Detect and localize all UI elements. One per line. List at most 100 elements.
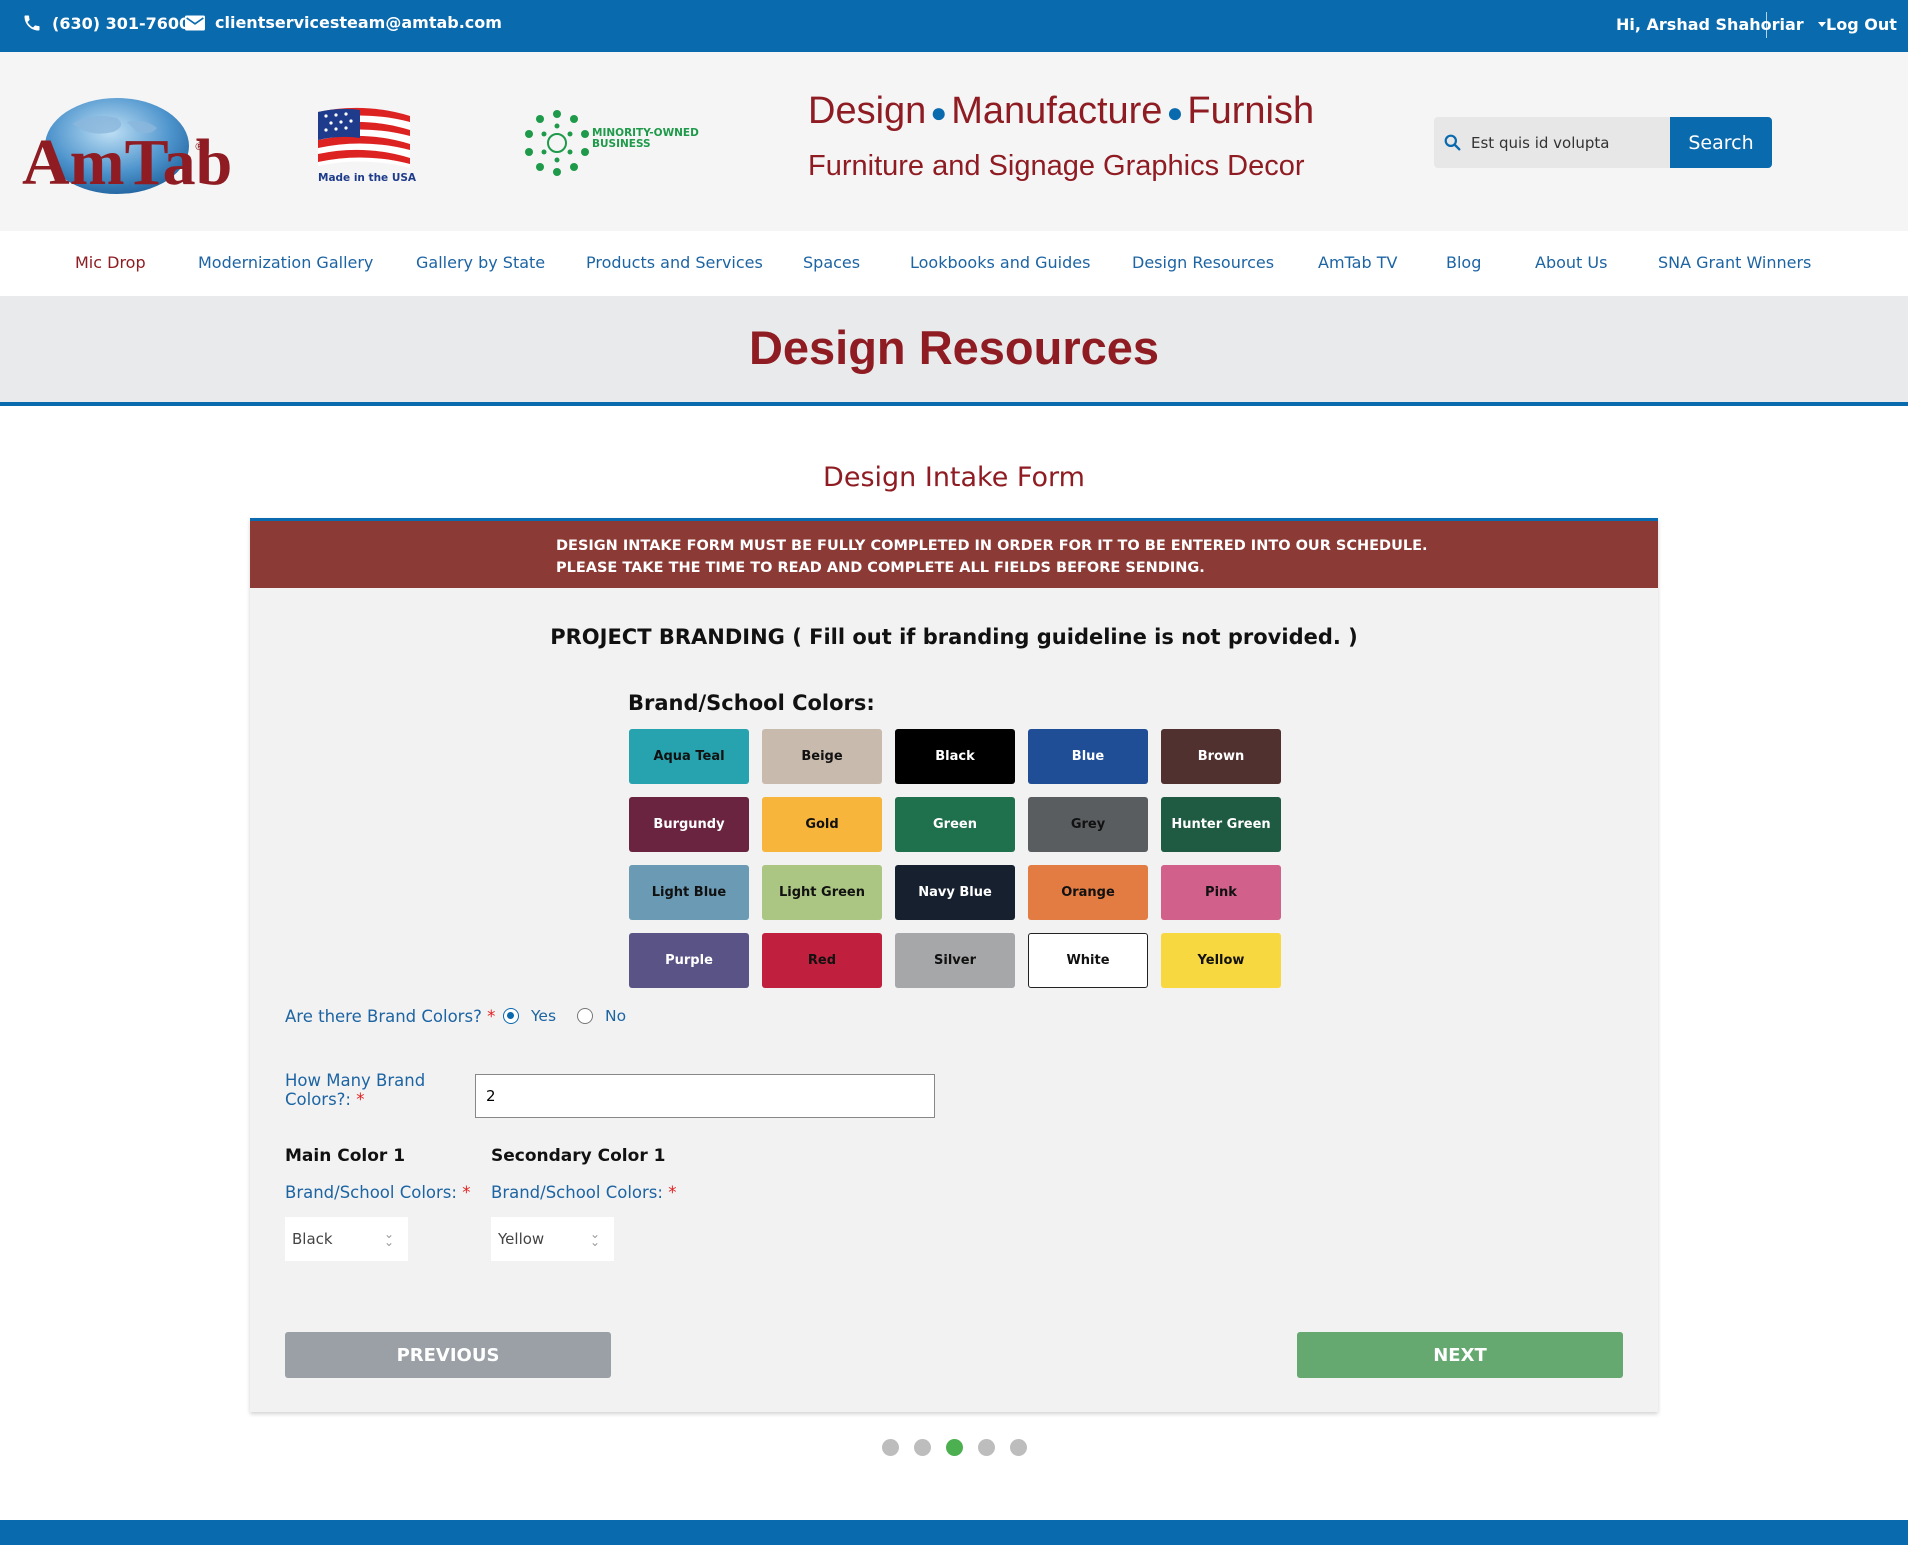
how-many-question: How Many Brand Colors?: * — [285, 1071, 445, 1109]
email-address: clientservicesteam@amtab.com — [215, 13, 502, 32]
nav-spaces[interactable]: Spaces — [803, 253, 860, 272]
brand-colors-question: Are there Brand Colors? * — [285, 1007, 495, 1026]
radio-yes-label[interactable]: Yes — [531, 1007, 556, 1025]
main-color-label: Brand/School Colors: * — [285, 1183, 470, 1202]
footer-bar — [0, 1520, 1908, 1545]
tagline-furnish: Furnish — [1187, 90, 1315, 132]
search-icon — [1444, 134, 1461, 151]
secondary-color-label: Brand/School Colors: * — [491, 1183, 676, 1202]
step-dot-5[interactable] — [1010, 1439, 1027, 1456]
logo-text: AmTab — [22, 126, 233, 199]
step-dot-2[interactable] — [914, 1439, 931, 1456]
previous-button[interactable]: PREVIOUS — [285, 1332, 611, 1378]
main-color-value: Black — [292, 1230, 333, 1248]
color-swatch-hunter-green[interactable]: Hunter Green — [1161, 797, 1281, 852]
radio-yes[interactable] — [503, 1008, 519, 1024]
required-mark: * — [487, 1007, 496, 1026]
top-bar: (630) 301-7600 clientservicesteam@amtab.… — [0, 0, 1908, 52]
page-title: Design Resources — [748, 321, 1160, 374]
next-button[interactable]: NEXT — [1297, 1332, 1623, 1378]
search-button[interactable]: Search — [1670, 117, 1772, 168]
minority-owned-badge: MINORITY-OWNED BUSINESS — [522, 108, 702, 178]
color-swatch-beige[interactable]: Beige — [762, 729, 882, 784]
required-mark: * — [356, 1090, 365, 1109]
color-swatch-light-blue[interactable]: Light Blue — [629, 865, 749, 920]
bullet-icon: ● — [930, 96, 948, 128]
nav-gallery-by-state[interactable]: Gallery by State — [416, 253, 545, 272]
nav-blog[interactable]: Blog — [1446, 253, 1481, 272]
secondary-color-select[interactable]: Yellow ⌄ ⌄ — [491, 1217, 614, 1261]
double-chevron-down-icon: ⌄ ⌄ — [383, 1227, 394, 1249]
step-dot-4[interactable] — [978, 1439, 995, 1456]
color-swatch-red[interactable]: Red — [762, 933, 882, 988]
phone-link[interactable]: (630) 301-7600 — [22, 13, 190, 33]
mob-line-2: BUSINESS — [592, 138, 651, 150]
nav-mic-drop[interactable]: Mic Drop — [75, 253, 146, 272]
section-title: PROJECT BRANDING ( Fill out if branding … — [550, 625, 1358, 649]
usa-flag-icon — [318, 107, 410, 168]
main-color-select[interactable]: Black ⌄ ⌄ — [285, 1217, 408, 1261]
amtab-logo[interactable]: AmTab ® — [22, 94, 232, 196]
color-swatch-burgundy[interactable]: Burgundy — [629, 797, 749, 852]
secondary-color-heading: Secondary Color 1 — [491, 1146, 666, 1166]
email-link[interactable]: clientservicesteam@amtab.com — [185, 13, 502, 32]
step-dot-1[interactable] — [882, 1439, 899, 1456]
user-greeting: Hi, Arshad Shahoriar — [1616, 15, 1804, 34]
form-heading: Design Intake Form — [823, 462, 1085, 493]
logout-label: Log Out — [1826, 15, 1897, 34]
nav-modernization-gallery[interactable]: Modernization Gallery — [198, 253, 373, 272]
secondary-color-value: Yellow — [498, 1230, 545, 1248]
mail-icon — [185, 15, 205, 30]
tagline-sub: Furniture and Signage Graphics Decor — [808, 150, 1305, 182]
nav-amtab-tv[interactable]: AmTab TV — [1318, 253, 1397, 272]
color-swatch-silver[interactable]: Silver — [895, 933, 1015, 988]
nav-lookbooks-and-guides[interactable]: Lookbooks and Guides — [910, 253, 1090, 272]
step-dot-3[interactable] — [946, 1439, 963, 1456]
color-swatch-light-green[interactable]: Light Green — [762, 865, 882, 920]
user-menu[interactable]: Hi, Arshad Shahoriar — [1616, 15, 1826, 34]
color-swatch-pink[interactable]: Pink — [1161, 865, 1281, 920]
color-swatch-orange[interactable]: Orange — [1028, 865, 1148, 920]
required-mark: * — [668, 1183, 677, 1202]
registered-mark: ® — [194, 140, 205, 153]
warning-banner: DESIGN INTAKE FORM MUST BE FULLY COMPLET… — [250, 521, 1658, 588]
nav-design-resources[interactable]: Design Resources — [1132, 253, 1274, 272]
double-chevron-down-icon: ⌄ ⌄ — [589, 1227, 600, 1249]
phone-icon — [24, 15, 40, 31]
bullet-icon: ● — [1166, 96, 1184, 128]
main-color-label-text: Brand/School Colors: — [285, 1183, 457, 1202]
color-swatch-white[interactable]: White — [1028, 933, 1148, 988]
search-bar: Search — [1434, 117, 1772, 168]
brand-color-count-input[interactable] — [475, 1074, 935, 1118]
logout-link[interactable]: Log Out — [1826, 15, 1897, 34]
color-swatch-black[interactable]: Black — [895, 729, 1015, 784]
brand-colors-title: Brand/School Colors: — [628, 691, 875, 715]
warning-line-2: PLEASE TAKE THE TIME TO READ AND COMPLET… — [556, 560, 1205, 576]
radio-no-label[interactable]: No — [605, 1007, 626, 1025]
made-in-usa-badge: Made in the USA — [316, 106, 416, 190]
search-input[interactable] — [1471, 133, 1651, 152]
color-swatch-green[interactable]: Green — [895, 797, 1015, 852]
brand-colors-question-text: Are there Brand Colors? — [285, 1007, 482, 1026]
color-swatch-blue[interactable]: Blue — [1028, 729, 1148, 784]
color-swatch-brown[interactable]: Brown — [1161, 729, 1281, 784]
tagline-manufacture: Manufacture — [951, 90, 1163, 132]
intake-form-card: DESIGN INTAKE FORM MUST BE FULLY COMPLET… — [250, 518, 1658, 1412]
nav-about-us[interactable]: About Us — [1535, 253, 1607, 272]
color-swatch-yellow[interactable]: Yellow — [1161, 933, 1281, 988]
main-color-heading: Main Color 1 — [285, 1146, 406, 1166]
nav-products-and-services[interactable]: Products and Services — [586, 253, 763, 272]
color-swatch-navy-blue[interactable]: Navy Blue — [895, 865, 1015, 920]
phone-number: (630) 301-7600 — [52, 13, 191, 33]
page-title-band: Design Resources — [0, 296, 1908, 406]
radio-no[interactable] — [577, 1008, 593, 1024]
search-field[interactable] — [1434, 117, 1670, 168]
caret-down-icon — [1817, 22, 1826, 27]
color-swatch-grey[interactable]: Grey — [1028, 797, 1148, 852]
nav-sna-grant-winners[interactable]: SNA Grant Winners — [1658, 253, 1811, 272]
tagline-design: Design — [808, 90, 927, 132]
color-swatch-aqua-teal[interactable]: Aqua Teal — [629, 729, 749, 784]
topbar-divider — [1766, 12, 1767, 38]
color-swatch-purple[interactable]: Purple — [629, 933, 749, 988]
color-swatch-gold[interactable]: Gold — [762, 797, 882, 852]
